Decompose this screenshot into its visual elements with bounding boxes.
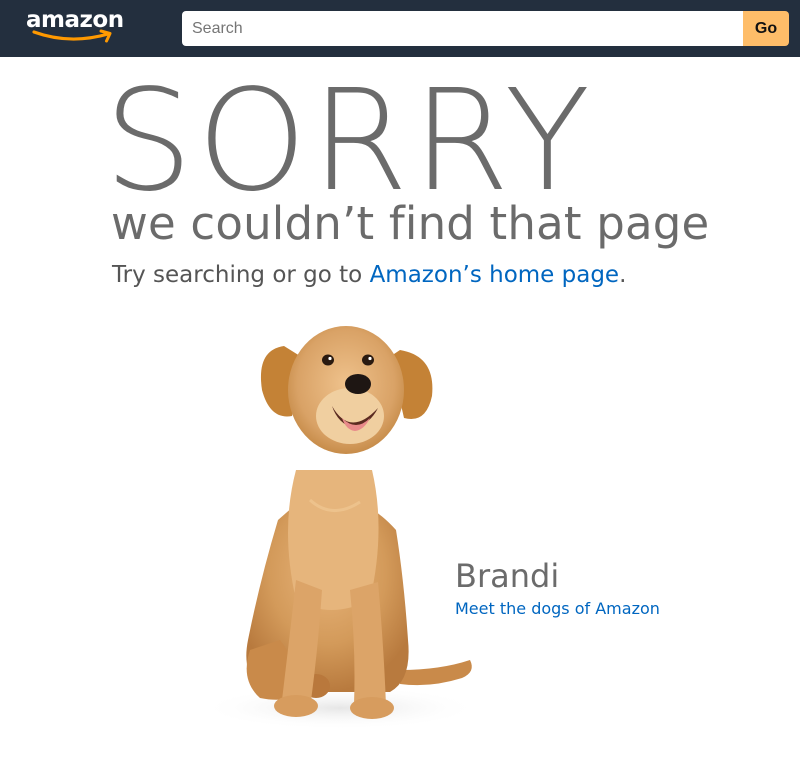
dog-illustration bbox=[200, 326, 480, 730]
try-suffix-text: . bbox=[619, 262, 627, 288]
amazon-logo[interactable]: amazon bbox=[26, 7, 130, 47]
try-searching-text: Try searching or go to Amazon’s home pag… bbox=[112, 258, 626, 292]
search-input[interactable] bbox=[182, 11, 743, 46]
dog-photo bbox=[200, 320, 500, 740]
go-button[interactable]: Go bbox=[743, 11, 789, 46]
try-prefix-text: Try searching or go to bbox=[112, 262, 370, 288]
error-subtitle: we couldn’t find that page bbox=[111, 197, 710, 250]
meet-dogs-link[interactable]: Meet the dogs of Amazon bbox=[455, 599, 660, 619]
sorry-headline: SORRY bbox=[104, 60, 595, 223]
home-page-link[interactable]: Amazon’s home page bbox=[370, 262, 620, 288]
top-navigation-bar: amazon Go bbox=[0, 0, 800, 57]
amazon-smile-arrow-icon bbox=[32, 29, 112, 43]
dog-name: Brandi bbox=[455, 557, 560, 595]
